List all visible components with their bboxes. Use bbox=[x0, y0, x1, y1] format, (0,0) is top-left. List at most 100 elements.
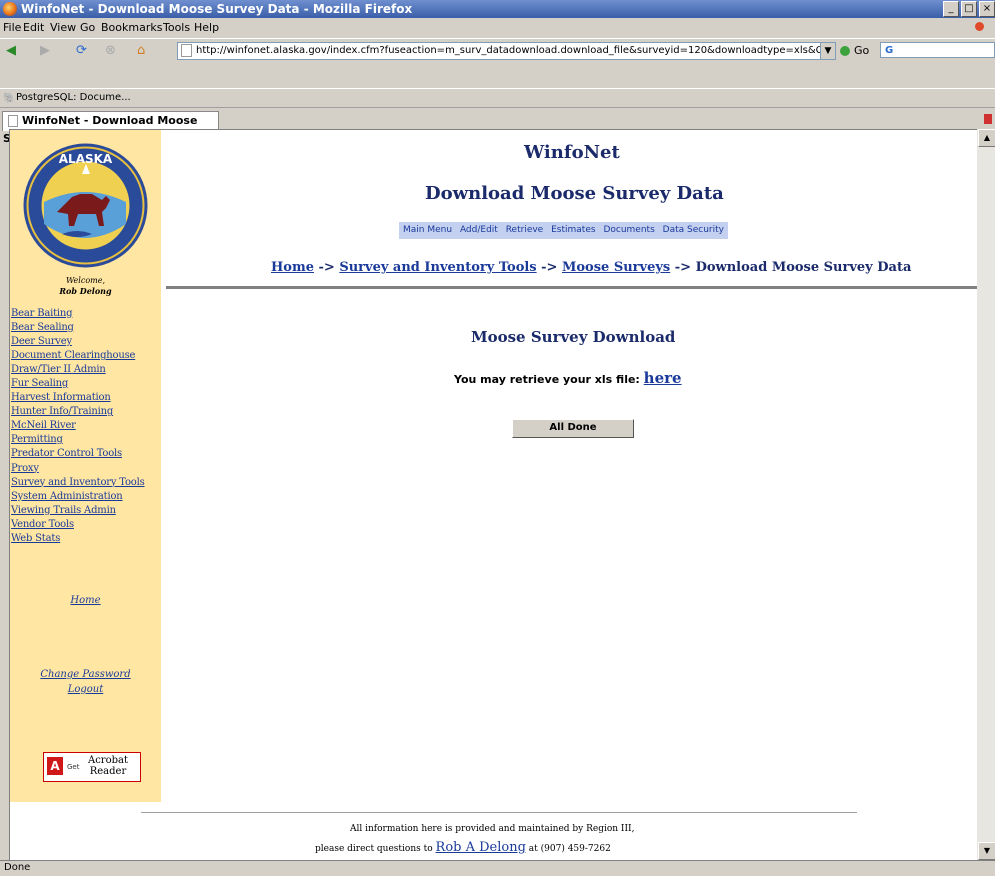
scroll-up-icon[interactable]: ▲ bbox=[978, 129, 995, 147]
breadcrumb-arrow: -> bbox=[318, 260, 335, 275]
throbber-icon bbox=[975, 22, 984, 31]
reload-icon[interactable]: ⟳ bbox=[76, 43, 87, 58]
page-title: Download Moose Survey Data bbox=[425, 183, 724, 204]
sidebar: ALASKA Welcome, Rob Delong Bear Baiting … bbox=[10, 130, 161, 802]
tab-page-icon bbox=[8, 115, 18, 127]
logout-link[interactable]: Logout bbox=[10, 682, 161, 697]
sidebar-link-bear-sealing[interactable]: Bear Sealing bbox=[11, 321, 145, 335]
menu-add-edit[interactable]: Add/Edit bbox=[460, 225, 498, 235]
sidebar-home-link[interactable]: Home bbox=[10, 595, 161, 606]
sidebar-link-proxy[interactable]: Proxy bbox=[11, 462, 145, 476]
bookmarks-toolbar: 🐘 PostgreSQL: Docume... bbox=[0, 88, 995, 107]
go-button[interactable]: Go bbox=[840, 44, 869, 57]
acrobat-label: Acrobat Reader bbox=[80, 755, 136, 777]
retrieve-text: You may retrieve your xls file: bbox=[454, 373, 640, 386]
breadcrumb-survey-and-inventory-tools[interactable]: Survey and Inventory Tools bbox=[339, 260, 536, 275]
breadcrumb: Home -> Survey and Inventory Tools -> Mo… bbox=[271, 260, 911, 275]
sidebar-link-permitting[interactable]: Permitting bbox=[11, 433, 145, 447]
window-title: WinfoNet - Download Moose Survey Data - … bbox=[21, 2, 413, 16]
menu-go[interactable]: Go bbox=[80, 21, 95, 34]
header-divider bbox=[166, 286, 978, 289]
all-done-button[interactable]: All Done bbox=[512, 419, 634, 438]
adobe-icon: A bbox=[47, 757, 63, 775]
go-label: Go bbox=[854, 44, 870, 57]
forward-icon[interactable]: ▶ bbox=[40, 43, 50, 58]
welcome-user-name: Rob Delong bbox=[59, 286, 112, 296]
tab-winfonet[interactable]: WinfoNet - Download Moose Su... bbox=[2, 111, 219, 145]
menu-view[interactable]: View bbox=[50, 21, 76, 34]
download-link[interactable]: here bbox=[644, 369, 682, 387]
footer-divider bbox=[141, 812, 857, 813]
footer-text: All information here is provided and mai… bbox=[350, 824, 635, 834]
menu-bar: File Edit View Go Bookmarks Tools Help bbox=[0, 19, 995, 37]
go-icon bbox=[840, 46, 850, 56]
close-icon[interactable]: × bbox=[979, 1, 995, 17]
page-icon bbox=[181, 43, 192, 57]
sidebar-link-survey-and-inventory-tools[interactable]: Survey and Inventory Tools bbox=[11, 476, 145, 490]
home-icon[interactable]: ⌂ bbox=[137, 43, 145, 58]
menu-main-menu[interactable]: Main Menu bbox=[403, 225, 452, 235]
menu-estimates[interactable]: Estimates bbox=[551, 225, 595, 235]
breadcrumb-moose-surveys[interactable]: Moose Surveys bbox=[562, 260, 670, 275]
footer-phone: at (907) 459-7262 bbox=[528, 844, 611, 854]
sidebar-link-document-clearinghouse[interactable]: Document Clearinghouse bbox=[11, 349, 145, 363]
sidebar-nav: Bear Baiting Bear Sealing Deer Survey Do… bbox=[11, 307, 145, 546]
sidebar-link-viewing-trails-admin[interactable]: Viewing Trails Admin bbox=[11, 504, 145, 518]
breadcrumb-home[interactable]: Home bbox=[271, 260, 314, 275]
stop-icon[interactable]: ⊗ bbox=[105, 43, 116, 58]
window-titlebar: WinfoNet - Download Moose Survey Data - … bbox=[0, 0, 995, 18]
menu-retrieve[interactable]: Retrieve bbox=[506, 225, 544, 235]
footer-prefix: please direct questions to bbox=[315, 844, 433, 854]
sidebar-link-draw-tier-ii-admin[interactable]: Draw/Tier II Admin bbox=[11, 363, 145, 377]
footer-contact-line: please direct questions to Rob A Delong … bbox=[315, 840, 611, 855]
navigation-toolbar: ◀ ▶ ⟳ ⊗ ⌂ http://winfonet.alaska.gov/ind… bbox=[0, 38, 995, 63]
search-input[interactable]: G bbox=[880, 42, 995, 58]
tab-bar: WinfoNet - Download Moose Su... bbox=[0, 107, 995, 145]
retrieve-message: You may retrieve your xls file: here bbox=[454, 369, 682, 387]
welcome-line: Welcome, bbox=[65, 276, 106, 285]
close-tab-icon[interactable] bbox=[984, 114, 992, 124]
firefox-icon bbox=[3, 2, 17, 16]
acrobat-label-line1: Acrobat bbox=[87, 755, 128, 766]
sidebar-link-vendor-tools[interactable]: Vendor Tools bbox=[11, 518, 145, 532]
menu-file[interactable]: File bbox=[3, 21, 21, 34]
address-dropdown-icon[interactable]: ▼ bbox=[820, 42, 836, 60]
menu-bookmarks[interactable]: Bookmarks bbox=[101, 21, 162, 34]
sidebar-link-web-stats[interactable]: Web Stats bbox=[11, 532, 145, 546]
back-icon[interactable]: ◀ bbox=[6, 43, 16, 58]
address-bar[interactable]: http://winfonet.alaska.gov/index.cfm?fus… bbox=[177, 42, 822, 60]
acrobat-label-line2: Reader bbox=[89, 766, 127, 777]
vertical-scrollbar[interactable]: ▲ ▼ bbox=[977, 129, 995, 860]
window-controls: _ □ × bbox=[941, 1, 995, 17]
bookmark-icon: 🐘 bbox=[3, 93, 16, 104]
account-links: Change Password Logout bbox=[10, 667, 161, 697]
scroll-down-icon[interactable]: ▼ bbox=[978, 842, 995, 860]
adfg-logo: ALASKA bbox=[23, 143, 148, 268]
app-menu: Main Menu Add/Edit Retrieve Estimates Do… bbox=[399, 222, 728, 239]
search-engine-icon: G bbox=[885, 45, 894, 56]
sidebar-link-deer-survey[interactable]: Deer Survey bbox=[11, 335, 145, 349]
status-text: Done bbox=[4, 862, 31, 873]
sidebar-link-fur-sealing[interactable]: Fur Sealing bbox=[11, 377, 145, 391]
welcome-text: Welcome, Rob Delong bbox=[10, 276, 161, 296]
page-content: ALASKA Welcome, Rob Delong Bear Baiting … bbox=[9, 129, 978, 861]
menu-help[interactable]: Help bbox=[194, 21, 219, 34]
get-acrobat-reader-badge[interactable]: A Get Acrobat Reader bbox=[43, 752, 141, 782]
change-password-link[interactable]: Change Password bbox=[10, 667, 161, 682]
sidebar-link-bear-baiting[interactable]: Bear Baiting bbox=[11, 307, 145, 321]
sidebar-link-mcneil-river[interactable]: McNeil River bbox=[11, 419, 145, 433]
bookmark-item-postgresql[interactable]: PostgreSQL: Docume... bbox=[16, 92, 131, 103]
sidebar-link-system-administration[interactable]: System Administration bbox=[11, 490, 145, 504]
maximize-icon[interactable]: □ bbox=[961, 1, 977, 17]
sidebar-link-harvest-information[interactable]: Harvest Information bbox=[11, 391, 145, 405]
menu-data-security[interactable]: Data Security bbox=[663, 225, 724, 235]
minimize-icon[interactable]: _ bbox=[943, 1, 959, 17]
menu-documents[interactable]: Documents bbox=[603, 225, 654, 235]
site-title: WinfoNet bbox=[524, 142, 620, 163]
menu-tools[interactable]: Tools bbox=[163, 21, 190, 34]
menu-edit[interactable]: Edit bbox=[23, 21, 44, 34]
breadcrumb-current: Download Moose Survey Data bbox=[695, 260, 912, 275]
sidebar-link-predator-control-tools[interactable]: Predator Control Tools bbox=[11, 447, 145, 461]
contact-link[interactable]: Rob A Delong bbox=[436, 840, 526, 855]
sidebar-link-hunter-info-training[interactable]: Hunter Info/Training bbox=[11, 405, 145, 419]
